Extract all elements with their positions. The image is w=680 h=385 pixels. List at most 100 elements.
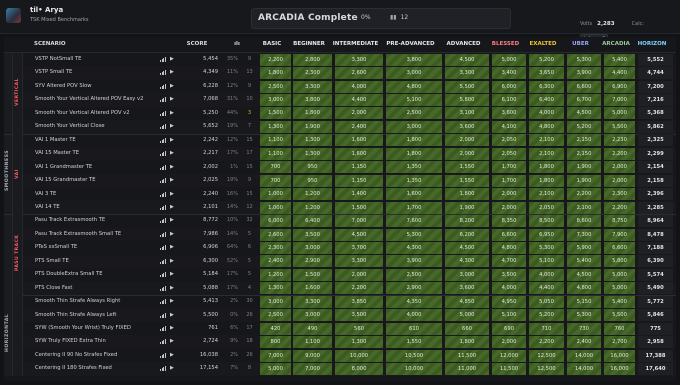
table-row[interactable]: VSTP NotSmall TE ▶ 5,454 35% 9 2,200 2,800 3,30… <box>23 53 676 66</box>
scenario-name[interactable]: VAI 1 Master TE <box>35 137 76 143</box>
scenario-name[interactable]: SYV Altered POV Slow <box>35 83 92 89</box>
play-icon[interactable]: ▶ <box>170 365 174 371</box>
signal-bars-icon[interactable] <box>160 70 166 76</box>
scenario-name[interactable]: SYW Truly FIXED Extra Thin <box>35 338 106 344</box>
scenario-name[interactable]: Pasu Track Extrasmooth TE <box>35 217 105 223</box>
play-icon[interactable]: ▶ <box>170 217 174 223</box>
scenario-name[interactable]: VSTP Small TE <box>35 69 72 75</box>
play-icon[interactable]: ▶ <box>170 69 174 75</box>
scenario-name[interactable]: Smooth Your Vertical Altered POV Easy v2 <box>35 96 143 102</box>
table-row[interactable]: VAI 15 Master TE ▶ 2,217 17% 17 1,100 1,300 1,6… <box>23 147 676 161</box>
score-header[interactable]: SCORE <box>182 41 212 47</box>
play-icon[interactable]: ▶ <box>170 83 174 89</box>
table-row[interactable]: VSTP Small TE ▶ 4,349 11% 13 1,800 2,300 2,600 3… <box>23 66 676 80</box>
scenario-name[interactable]: SYW (Smooth Your Wrist) Truly FIXED <box>35 325 131 331</box>
scenario-name[interactable]: Smooth Thin Strafe Always Left <box>35 312 116 318</box>
scenario-name[interactable]: VAI 15 Master TE <box>35 150 79 156</box>
play-icon[interactable]: ▶ <box>170 123 174 129</box>
signal-bars-icon[interactable] <box>160 231 166 237</box>
signal-bars-icon[interactable] <box>160 272 166 278</box>
play-icon[interactable]: ▶ <box>170 110 174 116</box>
scenario-name[interactable]: PTS Small TE <box>35 258 69 264</box>
scenario-name[interactable]: VAI 1 Grandmaster TE <box>35 164 92 170</box>
play-icon[interactable]: ▶ <box>170 312 174 318</box>
scenario-name[interactable]: Pasu Track Extrasmooth Small TE <box>35 231 121 237</box>
signal-bars-icon[interactable] <box>160 258 166 264</box>
signal-bars-icon[interactable] <box>160 218 166 224</box>
table-row[interactable]: Smooth Your Vertical Altered POV Easy v2… <box>23 93 676 107</box>
table-row[interactable]: Pasu Track Extrasmooth TE ▶ 8,772 10% 32 6,00… <box>23 214 676 228</box>
play-icon[interactable]: ▶ <box>170 258 174 264</box>
signal-bars-icon[interactable] <box>160 326 166 331</box>
play-icon[interactable]: ▶ <box>170 285 174 291</box>
play-icon[interactable]: ▶ <box>170 56 174 62</box>
signal-bars-icon[interactable] <box>160 299 166 305</box>
play-icon[interactable]: ▶ <box>170 204 174 210</box>
scenario-name[interactable]: PTS Close Fast <box>35 285 72 291</box>
signal-bars-icon[interactable] <box>160 124 166 130</box>
play-icon[interactable]: ▶ <box>170 271 174 277</box>
table-row[interactable]: VAI 15 Grandmaster TE ▶ 2,025 19% 9 700 950 1,1… <box>23 174 676 188</box>
signal-bars-icon[interactable] <box>160 97 166 103</box>
table-row[interactable]: Smooth Your Vertical Close ▶ 5,652 19% 7 1,30… <box>23 120 676 134</box>
table-row[interactable]: Smooth Thin Strafe Always Left ▶ 5,500 0% 26… <box>23 308 676 322</box>
table-row[interactable]: SYW Truly FIXED Extra Thin ▶ 2,724 9% 18 800 1… <box>23 335 676 349</box>
table-row[interactable]: PTS Small TE ▶ 6,300 52% 5 2,400 2,900 3,300 3,9… <box>23 254 676 269</box>
signal-bars-icon[interactable] <box>160 312 166 318</box>
signal-bars-icon[interactable] <box>160 366 166 372</box>
scenario-name[interactable]: Smooth Thin Strafe Always Right <box>35 298 120 304</box>
table-row[interactable]: SYV Altered POV Slow ▶ 6,228 12% 9 2,500 3,300… <box>23 80 676 93</box>
scenario-name[interactable]: Smooth Your Vertical Altered POV v2 <box>35 110 130 116</box>
bar-chart-icon[interactable]: ılı <box>232 41 242 47</box>
scenario-name[interactable]: VSTP NotSmall TE <box>35 56 81 62</box>
play-icon[interactable]: ▶ <box>170 325 174 331</box>
signal-bars-icon[interactable] <box>160 137 166 143</box>
scenario-name[interactable]: VAI 3 TE <box>35 191 56 197</box>
scenario-name[interactable]: PTS DoubleExtra Small TE <box>35 271 102 277</box>
signal-bars-icon[interactable] <box>160 57 166 62</box>
play-icon[interactable]: ▶ <box>170 150 174 156</box>
signal-bars-icon[interactable] <box>160 151 166 157</box>
play-icon[interactable]: ▶ <box>170 231 174 237</box>
scenario-name[interactable]: VAI 14 TE <box>35 204 60 210</box>
play-icon[interactable]: ▶ <box>170 96 174 102</box>
scenario-header[interactable]: SCENARIO <box>34 41 94 47</box>
signal-bars-icon[interactable] <box>160 352 166 358</box>
play-icon[interactable]: ▶ <box>170 338 174 344</box>
play-icon[interactable]: ▶ <box>170 298 174 304</box>
table-row[interactable]: VAI 1 Master TE ▶ 2,242 12% 15 1,100 1,300 1,60… <box>23 134 676 147</box>
table-row[interactable]: VAI 1 Grandmaster TE ▶ 2,002 1% 15 700 950 1,15… <box>23 161 676 174</box>
signal-bars-icon[interactable] <box>160 204 166 210</box>
avatar[interactable] <box>6 8 21 23</box>
play-icon[interactable]: ▶ <box>170 177 174 183</box>
signal-bars-icon[interactable] <box>160 178 166 184</box>
scenario-name[interactable]: Centering II 180 Strafes Fixed <box>35 365 112 371</box>
table-row[interactable]: SYW (Smooth Your Wrist) Truly FIXED ▶ 761 6… <box>23 322 676 335</box>
scenario-name[interactable]: Centering II 90 No Strafes Fixed <box>35 352 117 358</box>
play-icon[interactable]: ▶ <box>170 352 174 358</box>
scenario-name[interactable]: PTeS xxSmall TE <box>35 244 77 250</box>
table-row[interactable]: VAI 14 TE ▶ 2,101 14% 12 1,000 1,200 1,500 1,700… <box>23 200 676 215</box>
signal-bars-icon[interactable] <box>160 83 166 89</box>
signal-bars-icon[interactable] <box>160 164 166 170</box>
scenario-name[interactable]: Smooth Your Vertical Close <box>35 123 105 129</box>
play-icon[interactable]: ▶ <box>170 191 174 197</box>
table-row[interactable]: PTS DoubleExtra Small TE ▶ 5,184 17% 5 1,200 1… <box>23 268 676 281</box>
scenario-name[interactable]: VAI 15 Grandmaster TE <box>35 177 96 183</box>
play-icon[interactable]: ▶ <box>170 244 174 250</box>
table-row[interactable]: Centering II 90 No Strafes Fixed ▶ 16,038 2… <box>23 349 676 362</box>
table-row[interactable]: Smooth Thin Strafe Always Right ▶ 5,413 2% 3… <box>23 295 676 308</box>
table-row[interactable]: PTS Close Fast ▶ 5,088 17% 4 1,300 1,600 2,200 2… <box>23 281 676 296</box>
table-row[interactable]: VAI 3 TE ▶ 2,240 16% 15 1,000 1,200 1,400 1,600 1… <box>23 188 676 201</box>
signal-bars-icon[interactable] <box>160 339 166 345</box>
play-icon[interactable]: ▶ <box>170 164 174 170</box>
play-icon[interactable]: ▶ <box>170 137 174 143</box>
table-row[interactable]: PTeS xxSmall TE ▶ 6,906 64% 6 2,300 3,000 3,700… <box>23 241 676 254</box>
signal-bars-icon[interactable] <box>160 191 166 197</box>
table-row[interactable]: Smooth Your Vertical Altered POV v2 ▶ 5,25… <box>23 107 676 120</box>
signal-bars-icon[interactable] <box>160 285 166 291</box>
signal-bars-icon[interactable] <box>160 110 166 116</box>
signal-bars-icon[interactable] <box>160 245 166 251</box>
table-row[interactable]: Centering II 180 Strafes Fixed ▶ 17,154 7% 8… <box>23 362 676 376</box>
table-row[interactable]: Pasu Track Extrasmooth Small TE ▶ 7,986 14%… <box>23 227 676 242</box>
